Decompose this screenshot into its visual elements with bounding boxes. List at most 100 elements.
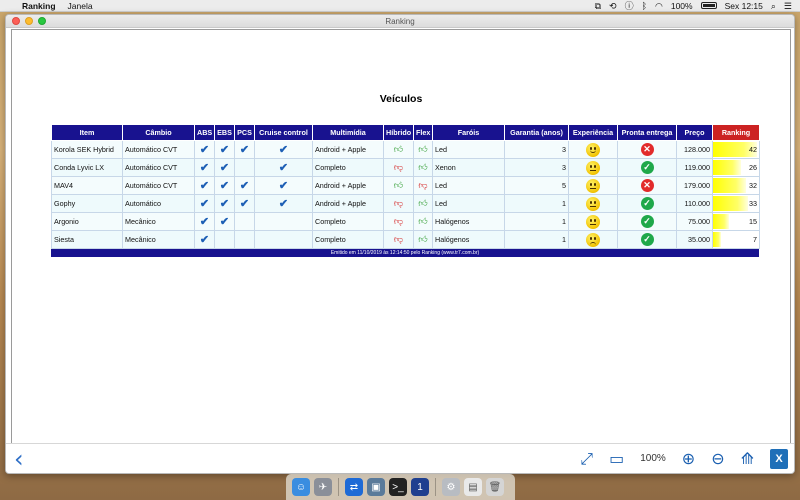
ranking-app-icon[interactable]: 1	[411, 478, 429, 496]
column-header[interactable]: Ranking	[712, 124, 760, 141]
farois-cell: Xenon	[432, 158, 505, 177]
column-header[interactable]: Multimídia	[312, 124, 384, 141]
item-cell: Korola SEK Hybrid	[51, 140, 123, 159]
column-header[interactable]: Item	[51, 124, 123, 141]
table-row[interactable]: Argonio Mecânico ✔ ✔ Completo 👎︎ 👍︎ Halógenos 1 ✓…	[51, 212, 760, 231]
cruise-cell	[254, 230, 313, 249]
preco-cell: 179.000	[676, 176, 713, 195]
fit-screen-icon[interactable]: ▭	[609, 449, 624, 468]
cruise-cell: ✔	[254, 140, 313, 159]
ranking-value: 15	[749, 217, 757, 226]
multimidia-cell: Completo	[312, 158, 384, 177]
experiencia-cell	[568, 212, 618, 231]
flex-cell: 👍︎	[413, 212, 433, 231]
abs-cell: ✔	[194, 230, 215, 249]
column-header[interactable]: Híbrido	[383, 124, 414, 141]
garantia-cell: 5	[504, 176, 569, 195]
item-cell: Siesta	[51, 230, 123, 249]
pdf-icon[interactable]: ⟰	[741, 449, 754, 468]
teamviewer-app-icon[interactable]: ⇄	[345, 478, 363, 496]
multimidia-value: Android + Apple	[315, 181, 366, 190]
ranking-cell: 26	[712, 158, 760, 177]
zoom-in-icon[interactable]: ⊕	[682, 449, 695, 468]
column-header[interactable]: PCS	[234, 124, 255, 141]
finder-icon[interactable]: ☺	[292, 478, 310, 496]
title-bar: Ranking	[6, 15, 794, 28]
multimidia-cell: Completo	[312, 212, 384, 231]
window-menu[interactable]: Janela	[68, 1, 93, 11]
cambio-cell: Mecânico	[122, 230, 195, 249]
control-center-icon[interactable]: ☰	[784, 1, 792, 11]
column-header[interactable]: Faróis	[432, 124, 505, 141]
ranking-value: 42	[749, 145, 757, 154]
table-row[interactable]: Conda Lyvic LX Automático CVT ✔ ✔ ✔ Completo 👎…	[51, 158, 760, 177]
battery-icon[interactable]	[700, 2, 717, 9]
column-header[interactable]: Experiência	[568, 124, 618, 141]
green-check-icon: ✓	[640, 197, 654, 210]
neutral-face-icon	[586, 196, 600, 211]
column-header[interactable]: Pronta entrega	[617, 124, 677, 141]
multimidia-value: Completo	[315, 235, 346, 244]
preview-app-icon[interactable]: ▣	[367, 478, 385, 496]
terminal-icon[interactable]: >_	[389, 478, 407, 496]
back-chevron-icon[interactable]: ‹	[14, 447, 24, 471]
abs-cell: ✔	[194, 212, 215, 231]
hibrido-cell: 👍︎	[383, 140, 414, 159]
fullscreen-icon[interactable]: ⤢	[580, 449, 593, 468]
time-machine-icon[interactable]: ⟲	[609, 1, 617, 11]
green-check-icon: ✓	[640, 215, 654, 228]
flex-cell: 👍︎	[413, 140, 433, 159]
farois-cell: Halógenos	[432, 230, 505, 249]
pronta-entrega-cell: ✓	[617, 158, 677, 177]
thumbs-up-icon: 👍︎	[418, 216, 428, 226]
preco-value: 110.000	[684, 199, 710, 208]
zoom-level: 100%	[640, 453, 666, 464]
flex-cell: 👎︎	[413, 176, 433, 195]
hibrido-cell: 👎︎	[383, 194, 414, 213]
garantia-cell: 1	[504, 212, 569, 231]
column-header[interactable]: Preço	[676, 124, 713, 141]
experiencia-cell	[568, 230, 618, 249]
app-menu[interactable]: Ranking	[22, 1, 56, 11]
downloads-stack-icon[interactable]: ▤	[464, 478, 482, 496]
teamviewer-icon[interactable]: ⧉	[595, 1, 601, 11]
cambio-cell: Mecânico	[122, 212, 195, 231]
bluetooth-icon[interactable]: ᛒ	[642, 1, 647, 11]
wifi-icon[interactable]: ◠	[655, 1, 663, 11]
ranking-bar	[713, 160, 741, 175]
table-header-row: Item Câmbio ABS EBS PCS Cruise control Multimí…	[51, 124, 760, 141]
cambio-cell: Automático CVT	[122, 140, 195, 159]
system-preferences-icon[interactable]: ⚙	[442, 478, 460, 496]
column-header[interactable]: ABS	[194, 124, 215, 141]
trash-icon[interactable]: 🗑	[486, 478, 504, 496]
info-icon[interactable]: ⓘ	[625, 1, 634, 11]
ranking-bar	[713, 178, 747, 193]
zoom-out-icon[interactable]: ⊖	[711, 449, 724, 468]
pronta-entrega-cell: ✕	[617, 176, 677, 195]
column-header[interactable]: Flex	[413, 124, 433, 141]
column-header[interactable]: EBS	[214, 124, 235, 141]
launchpad-icon[interactable]: ✈	[314, 478, 332, 496]
thumbs-up-icon: 👍︎	[393, 144, 404, 154]
table-row[interactable]: Korola SEK Hybrid Automático CVT ✔ ✔ ✔ ✔ Andro…	[51, 140, 760, 159]
table-row[interactable]: Siesta Mecânico ✔ Completo 👎︎ 👍︎ Halógenos 1 ✓ 35…	[51, 230, 760, 249]
pcs-cell	[234, 158, 255, 177]
thumbs-up-icon: 👍︎	[418, 198, 428, 208]
excel-icon[interactable]: X	[770, 448, 788, 469]
table-row[interactable]: Gophy Automático ✔ ✔ ✔ ✔ Android + Apple 👎︎ 👍︎ Le…	[51, 194, 760, 213]
ranking-value: 32	[749, 181, 757, 190]
search-icon[interactable]: ⌕	[771, 1, 776, 11]
clock[interactable]: Sex 12:15	[725, 1, 763, 11]
table-row[interactable]: MAV4 Automático CVT ✔ ✔ ✔ ✔ Android + Apple 👍︎ 👎…	[51, 176, 760, 195]
checkmark-icon: ✔	[239, 197, 250, 210]
ranking-cell: 42	[712, 140, 760, 159]
ranking-bar	[713, 232, 722, 247]
preco-cell: 128.000	[676, 140, 713, 159]
preco-value: 128.000	[684, 145, 710, 154]
column-header[interactable]: Garantia (anos)	[504, 124, 569, 141]
farois-cell: Led	[432, 140, 505, 159]
experiencia-cell	[568, 194, 618, 213]
column-header[interactable]: Câmbio	[122, 124, 195, 141]
column-header[interactable]: Cruise control	[254, 124, 313, 141]
ebs-cell: ✔	[214, 212, 235, 231]
